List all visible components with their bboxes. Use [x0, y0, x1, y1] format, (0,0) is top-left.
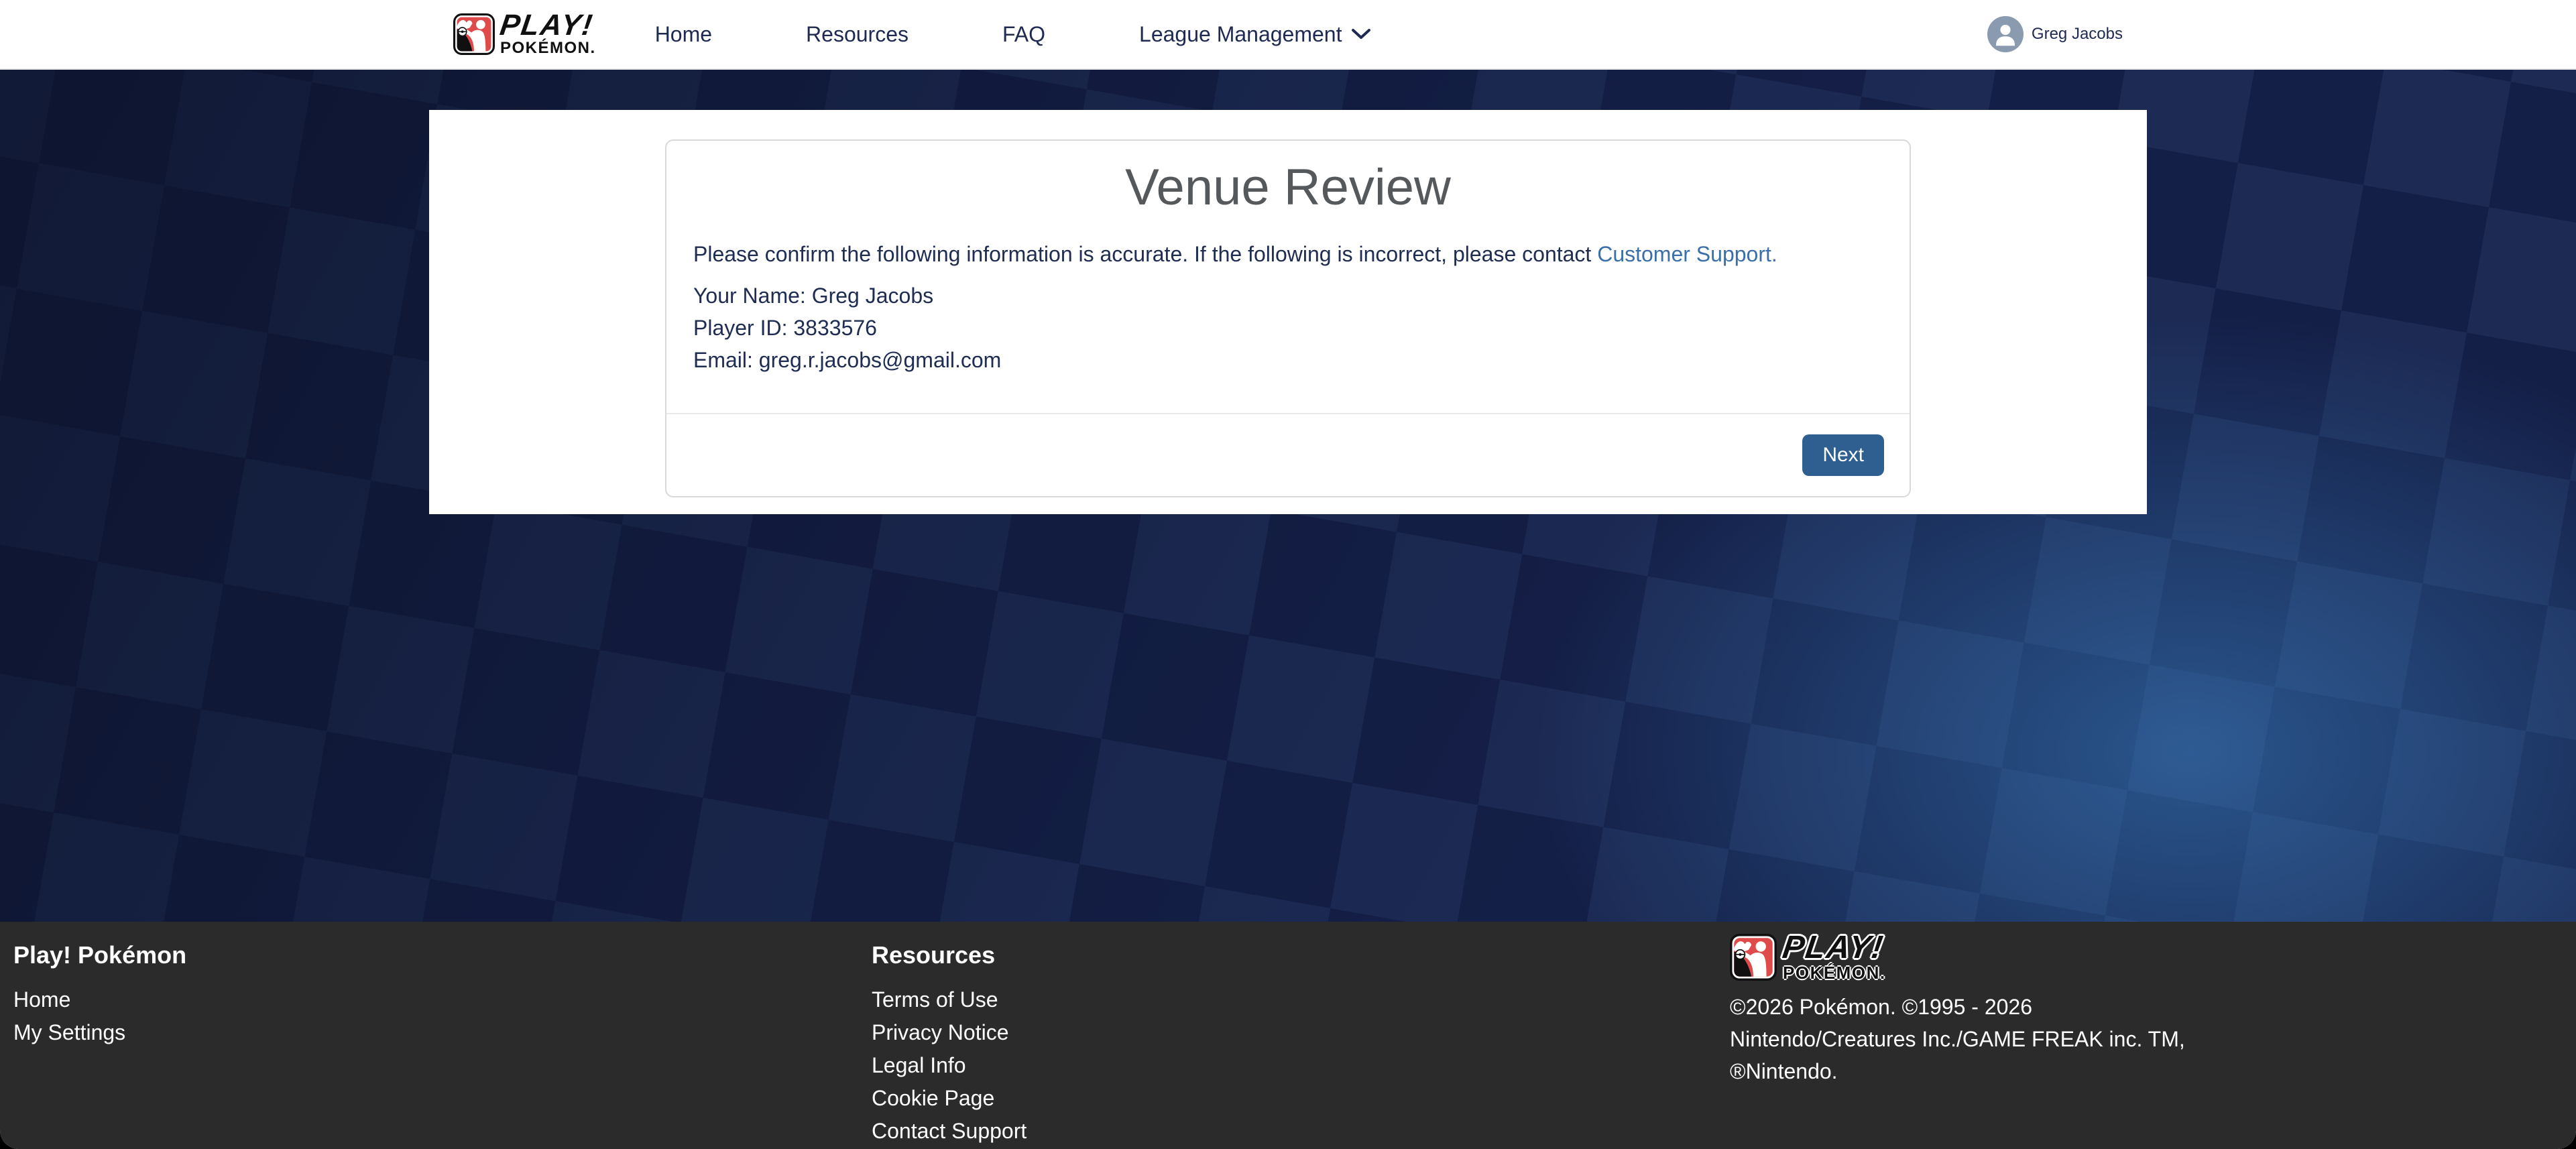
footer-play-pokemon-logo: PLAY! POKÉMON.	[1730, 933, 2563, 981]
content-panel: Venue Review Please confirm the followin…	[429, 110, 2147, 514]
info-line-player-id: Player ID: 3833576	[693, 312, 1883, 344]
nav-item-resources[interactable]: Resources	[806, 22, 909, 47]
page-footer: Play! Pokémon Home My Settings Resources…	[0, 922, 2576, 1149]
player-info: Your Name: Greg Jacobs Player ID: 383357…	[693, 280, 1883, 376]
footer-column-resources: Resources Terms of Use Privacy Notice Le…	[872, 942, 1730, 1149]
user-avatar-icon	[1987, 16, 2024, 52]
play-pokemon-wordmark: PLAY! POKÉMON.	[500, 12, 596, 56]
chevron-down-icon	[1351, 28, 1371, 40]
footer-link-terms-of-use[interactable]: Terms of Use	[872, 983, 1730, 1016]
user-name: Greg Jacobs	[2032, 25, 2123, 44]
nav-league-management-label: League Management	[1139, 22, 1342, 47]
copyright-line-1: ©2026 Pokémon. ©1995 - 2026	[1730, 991, 2226, 1023]
footer-column-brand: PLAY! POKÉMON. ©2026 Pokémon. ©1995 - 20…	[1730, 933, 2563, 1149]
nav-item-faq[interactable]: FAQ	[1002, 22, 1045, 47]
footer-brand-pokemon-text: POKÉMON.	[1783, 964, 1886, 981]
user-menu[interactable]: Greg Jacobs	[1987, 16, 2123, 52]
brand-pokemon-text: POKÉMON.	[500, 40, 596, 56]
card-footer: Next	[666, 413, 1910, 496]
footer-brand-play-text: PLAY!	[1781, 933, 1888, 963]
footer-link-my-settings[interactable]: My Settings	[13, 1016, 872, 1049]
main-nav: Home Resources FAQ League Management	[655, 22, 1372, 47]
venue-review-card-body: Venue Review Please confirm the followin…	[666, 141, 1910, 413]
intro-text: Please confirm the following information…	[693, 238, 1883, 270]
nav-home-label: Home	[655, 22, 712, 47]
info-line-email: Email: greg.r.jacobs@gmail.com	[693, 344, 1883, 376]
nav-resources-label: Resources	[806, 22, 909, 47]
footer-link-privacy-notice[interactable]: Privacy Notice	[872, 1016, 1730, 1049]
copyright-line-2: Nintendo/Creatures Inc./GAME FREAK inc. …	[1730, 1023, 2226, 1055]
nav-item-home[interactable]: Home	[655, 22, 712, 47]
hero-background: Venue Review Please confirm the followin…	[0, 70, 2576, 922]
footer-link-cookie-page[interactable]: Cookie Page	[872, 1082, 1730, 1115]
footer-link-contact-support[interactable]: Contact Support	[872, 1115, 1730, 1148]
info-line-name: Your Name: Greg Jacobs	[693, 280, 1883, 312]
nav-faq-label: FAQ	[1002, 22, 1045, 47]
footer-link-home[interactable]: Home	[13, 983, 872, 1016]
footer-link-legal-info[interactable]: Legal Info	[872, 1049, 1730, 1082]
brand-play-text: PLAY!	[498, 12, 597, 39]
page: PLAY! POKÉMON. Home Resources FAQ League…	[0, 0, 2576, 1149]
footer-play-pokemon-icon	[1730, 934, 1777, 981]
footer-brand-wordmark: PLAY! POKÉMON.	[1783, 933, 1886, 981]
copyright-text: ©2026 Pokémon. ©1995 - 2026 Nintendo/Cre…	[1730, 991, 2226, 1087]
play-pokemon-icon	[453, 13, 495, 55]
top-navigation-bar: PLAY! POKÉMON. Home Resources FAQ League…	[0, 0, 2576, 70]
copyright-line-3: ®Nintendo.	[1730, 1055, 2226, 1087]
intro-text-before-link: Please confirm the following information…	[693, 242, 1597, 266]
nav-item-league-management[interactable]: League Management	[1139, 22, 1371, 47]
page-title: Venue Review	[693, 157, 1883, 218]
footer-column-play-pokemon: Play! Pokémon Home My Settings	[13, 942, 872, 1149]
footer-heading-resources: Resources	[872, 942, 1730, 969]
next-button[interactable]: Next	[1802, 434, 1884, 476]
play-pokemon-logo[interactable]: PLAY! POKÉMON.	[453, 12, 596, 56]
footer-heading-play-pokemon: Play! Pokémon	[13, 942, 872, 969]
customer-support-link[interactable]: Customer Support.	[1597, 242, 1777, 266]
venue-review-card: Venue Review Please confirm the followin…	[665, 139, 1911, 497]
